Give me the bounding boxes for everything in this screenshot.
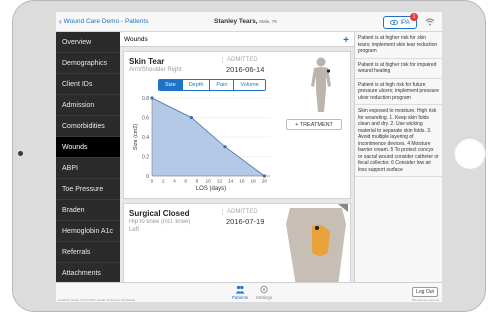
x-tick-label: 16 xyxy=(239,179,245,185)
wound-card-skin-tear[interactable]: Skin Tear Arm/Shoulder Right ADMITTED 20… xyxy=(123,51,351,199)
admitted-date: 2016-06-14 xyxy=(226,65,265,74)
admitted-date: 2016-07-19 xyxy=(226,217,265,226)
data-point xyxy=(223,145,227,149)
hip-diagram-icon xyxy=(286,204,348,282)
x-tick-label: 4 xyxy=(173,179,176,185)
add-treatment-button[interactable]: + TREATMENT xyxy=(286,119,342,130)
gear-icon xyxy=(260,285,268,294)
alerts-panel: Patient is at higher risk for skin tears… xyxy=(354,32,442,282)
x-tick-label: 0 xyxy=(151,179,154,185)
sidebar-item-overview[interactable]: Overview xyxy=(56,32,120,53)
sidebar-nav: Overview Demographics Client IDs Admissi… xyxy=(56,32,120,284)
sidebar-item-toe-pressure[interactable]: Toe Pressure xyxy=(56,179,120,200)
tab-volume[interactable]: Volume xyxy=(233,80,265,90)
top-bar: ‹ Wound Care Demo - Patients Stanley Tea… xyxy=(56,12,442,32)
y-tick-label: 0.2 xyxy=(142,154,149,160)
y-axis-label: Size (cm2) xyxy=(133,124,139,150)
x-tick-label: 2 xyxy=(162,179,165,185)
alert-item: Patient is at higher risk for impaired w… xyxy=(355,59,442,79)
back-button[interactable]: ‹ Wound Care Demo - Patients xyxy=(59,16,149,26)
chevron-left-icon: ‹ xyxy=(59,16,62,26)
wounds-header: Wounds + xyxy=(120,32,354,47)
x-tick-label: 10 xyxy=(206,179,212,185)
data-point xyxy=(189,115,193,120)
bottom-tab-bar: HealPlat mobile ©2014-2017 Health Outcom… xyxy=(56,282,442,302)
sidebar-item-client-ids[interactable]: Client IDs xyxy=(56,74,120,95)
size-chart: 0 0.2 0.4 0.6 0.8 0 2 4 6 8 10 12 14 16 18 20 LOS (days)… xyxy=(133,96,270,192)
app-screen: ‹ Wound Care Demo - Patients Stanley Tea… xyxy=(56,12,442,302)
x-tick-label: 18 xyxy=(250,179,256,185)
sidebar-item-attachments[interactable]: Attachments xyxy=(56,263,120,284)
logout-button[interactable]: Log Out xyxy=(412,287,438,297)
tab-patients-label: Patients xyxy=(231,295,249,300)
body-diagram-icon xyxy=(311,57,331,112)
home-button[interactable] xyxy=(454,137,486,169)
notification-badge: 1 xyxy=(410,13,418,21)
sidebar-item-wounds[interactable]: Wounds xyxy=(56,137,120,158)
patient-name-text: Stanley Tears xyxy=(214,18,256,25)
x-tick-label: 6 xyxy=(184,179,187,185)
alert-item: Patient is at higher risk for skin tears… xyxy=(355,32,442,59)
admitted-label: ADMITTED xyxy=(222,209,258,215)
wounds-panel: Wounds + Skin Tear Arm/Shoulder Right AD… xyxy=(120,32,354,282)
y-tick-label: 0.8 xyxy=(142,96,149,102)
sidebar-item-hemoglobin-a1c[interactable]: Hemoglobin A1c xyxy=(56,221,120,242)
y-tick-label: 0.6 xyxy=(142,115,149,121)
patients-icon xyxy=(235,285,245,294)
tab-size[interactable]: Size xyxy=(159,80,182,90)
admitted-label: ADMITTED xyxy=(222,57,258,63)
alert-item: Skin exposed to moisture. High risk for … xyxy=(355,105,442,177)
wifi-icon xyxy=(425,18,435,26)
sidebar-item-admission[interactable]: Admission xyxy=(56,95,120,116)
x-tick-label: 14 xyxy=(228,179,234,185)
wound-location-side: Left xyxy=(129,227,140,233)
page-title: Wounds xyxy=(124,36,148,43)
sidebar-item-braden[interactable]: Braden xyxy=(56,200,120,221)
tab-patients[interactable]: Patients xyxy=(228,285,252,300)
wound-title: Surgical Closed xyxy=(129,209,190,218)
x-tick-label: 8 xyxy=(196,179,199,185)
patient-name: Stanley Tears, Male, 79 xyxy=(214,18,277,25)
x-tick-label: 20 xyxy=(262,179,268,185)
x-axis-label: LOS (days) xyxy=(196,186,226,192)
ipa-label: IPA xyxy=(400,19,410,26)
eye-icon xyxy=(390,20,399,25)
add-wound-button[interactable]: + xyxy=(343,33,349,48)
sync-status: iPhones are sync ed xyxy=(411,298,439,302)
y-tick-label: 0.4 xyxy=(142,135,149,141)
tab-settings-label: Settings xyxy=(255,295,273,300)
wound-location: Hip to knee (incl. knee) xyxy=(129,219,191,225)
x-tick-label: 12 xyxy=(217,179,223,185)
tab-settings[interactable]: Settings xyxy=(252,285,276,300)
y-tick-label: 0 xyxy=(146,174,149,180)
sidebar-item-referrals[interactable]: Referrals xyxy=(56,242,120,263)
copyright-text: HealPlat mobile ©2014-2017 Health Outcom… xyxy=(58,298,136,302)
wound-card-surgical-closed[interactable]: Surgical Closed Hip to knee (incl. knee)… xyxy=(123,203,351,282)
sidebar-item-comorbidities[interactable]: Comorbidities xyxy=(56,116,120,137)
wound-title: Skin Tear xyxy=(129,57,165,66)
sidebar-item-abpi[interactable]: ABPI xyxy=(56,158,120,179)
sidebar-item-demographics[interactable]: Demographics xyxy=(56,53,120,74)
camera-dot xyxy=(18,151,23,156)
alert-item: Patient is at high risk for future press… xyxy=(355,79,442,105)
patient-meta: Male, 79 xyxy=(259,19,277,24)
tab-depth[interactable]: Depth xyxy=(181,80,210,90)
wound-location: Arm/Shoulder Right xyxy=(129,67,182,73)
back-label: Wound Care Demo - Patients xyxy=(63,18,149,25)
tab-pain[interactable]: Pain xyxy=(209,80,234,90)
